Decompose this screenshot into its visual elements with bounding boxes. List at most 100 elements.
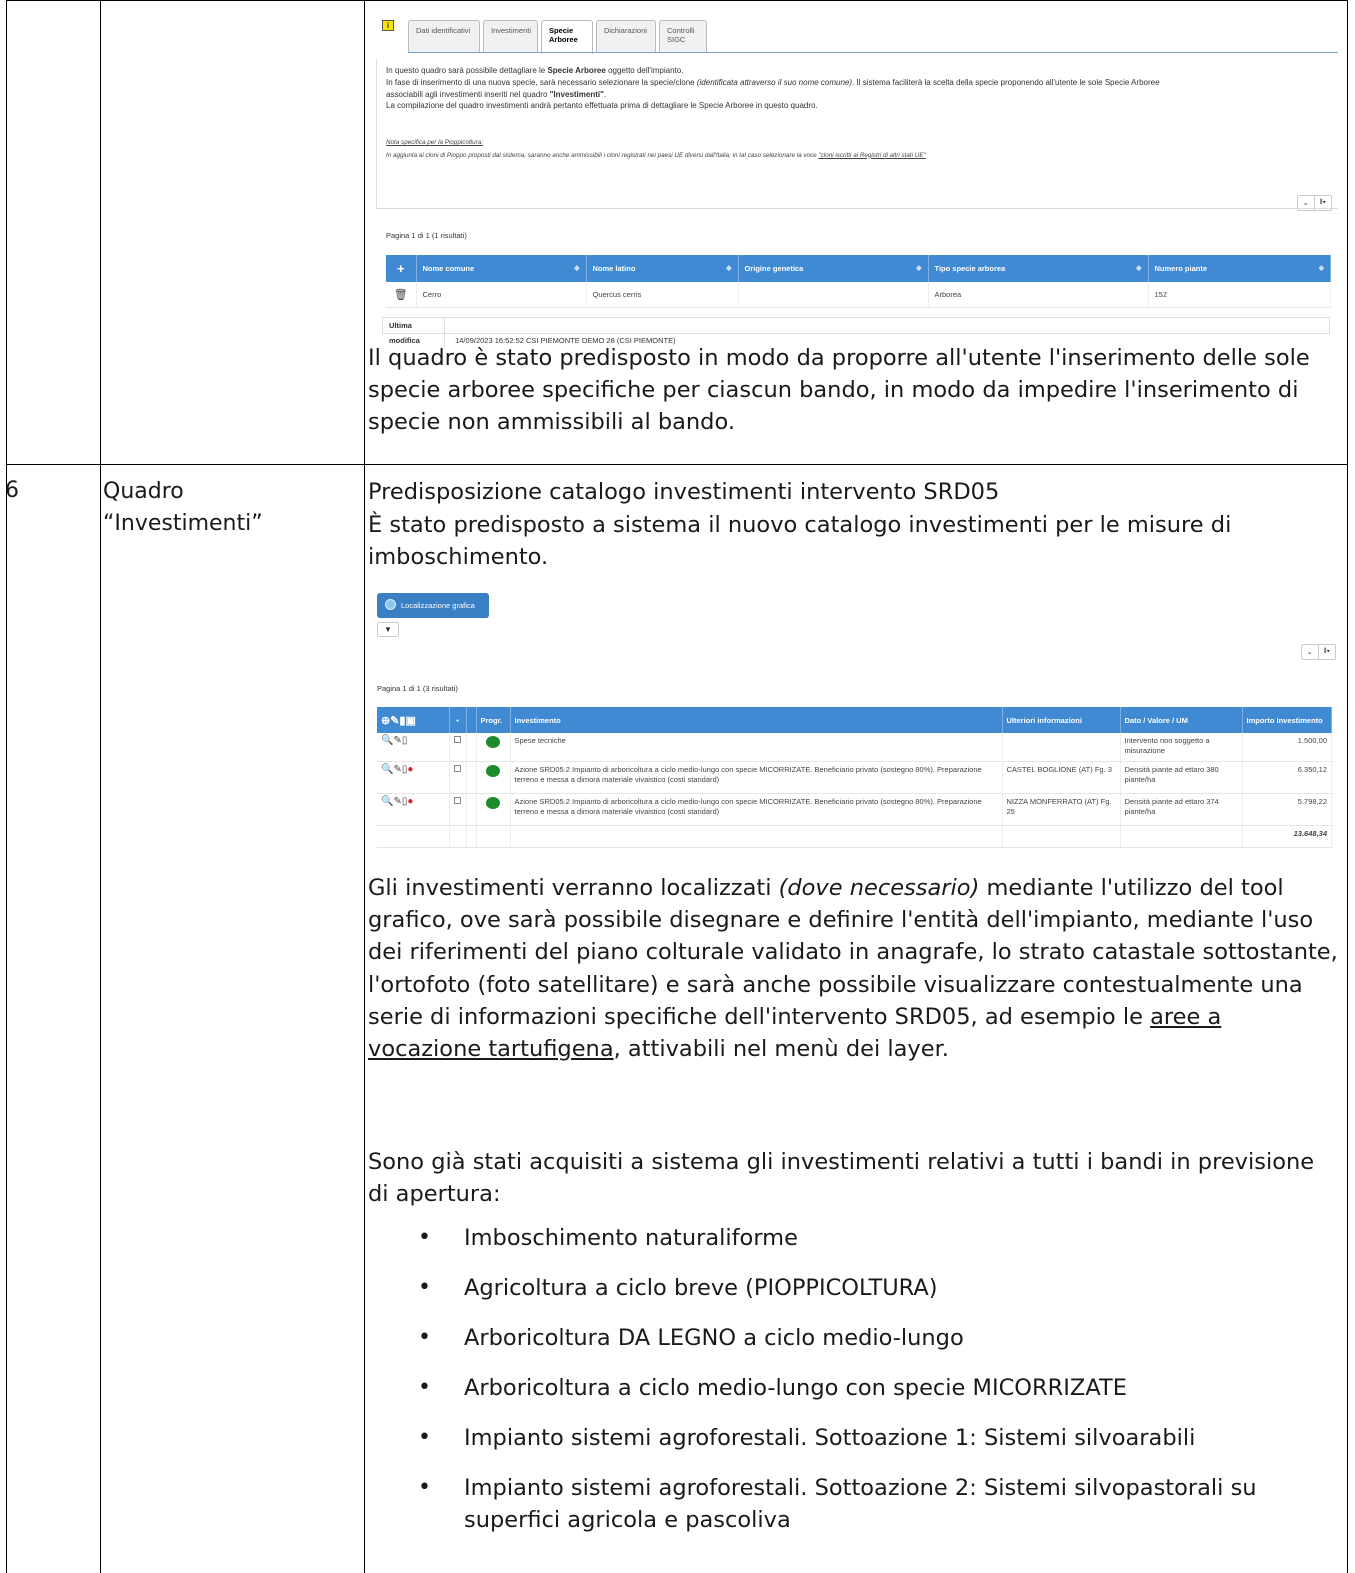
select-all-checkbox[interactable]: ▪ xyxy=(449,707,467,733)
globe-icon xyxy=(385,599,396,610)
pagination-info: Pagina 1 di 1 (3 risultati) xyxy=(377,684,458,693)
investimenti-screenshot: Localizzazione grafica ▼ ⌄ ⫴▾ Pagina 1 d… xyxy=(375,590,1342,865)
table-row: 🔍✎▯● Azione SRD05.2 Impianto di arborico… xyxy=(377,793,1332,826)
column-tipo-specie[interactable]: Tipo specie arborea ◆ xyxy=(928,255,1149,282)
total-importo: 13.648,34 xyxy=(1242,825,1332,848)
list-item: Impianto sistemi agroforestali. Sottoazi… xyxy=(368,1472,1338,1536)
list-item: Arboricoltura a ciclo medio-lungo con sp… xyxy=(368,1372,1338,1404)
cell-info: CASTEL BOGLIONE (AT) Fg. 3 xyxy=(1002,761,1121,794)
cell-dato: Densità piante ad ettaro 374 piante/ha xyxy=(1120,793,1243,826)
list-item: Impianto sistemi agroforestali. Sottoazi… xyxy=(368,1422,1338,1454)
row-divider xyxy=(7,0,1347,1)
trash-icon[interactable]: 🗑 xyxy=(386,282,417,308)
column-investimento[interactable]: Investimento xyxy=(510,707,1003,733)
section-intro: È stato predisposto a sistema il nuovo c… xyxy=(368,512,1232,571)
specie-arboree-screenshot: i Dati identificativi Investimenti Speci… xyxy=(372,15,1340,348)
toolbar-icons[interactable]: ⊕✎▮▣ xyxy=(377,707,450,733)
cell-importo: 5.798,22 xyxy=(1242,793,1332,826)
investimenti-table: ⊕✎▮▣ ▪ Progr. Investimento Ulteriori inf… xyxy=(377,707,1332,848)
row-number: 6 xyxy=(5,478,19,503)
localization-paragraph: Gli investimenti verranno localizzati (d… xyxy=(368,875,1338,1063)
specie-table: + Nome comune ◆ Nome latino ◆ Origine gene… xyxy=(386,255,1331,308)
row-actions: 🔍✎▯● xyxy=(377,761,450,794)
filter-icon[interactable]: ▼ xyxy=(377,622,399,637)
column-numero-piante[interactable]: Numero piante ◆ xyxy=(1148,255,1331,282)
cell-investimento: Azione SRD05.2 Impianto di arboricoltura… xyxy=(510,793,1003,826)
cell-investimento: Spese tecniche xyxy=(510,733,1003,762)
edit-icon[interactable]: ✎ xyxy=(393,796,401,807)
tab-underline xyxy=(408,52,1338,53)
row-actions: 🔍✎▯ xyxy=(377,733,450,762)
edit-icon[interactable]: ✎ xyxy=(393,735,401,746)
edit-icon[interactable]: ✎ xyxy=(393,764,401,775)
add-icon[interactable]: + xyxy=(386,255,417,282)
table-row: 🔍✎▯● Azione SRD05.2 Impianto di arborico… xyxy=(377,761,1332,794)
cell-origine xyxy=(738,282,929,308)
chevron-down-icon[interactable]: ⌄ xyxy=(1302,645,1319,659)
table-row: 🗑 Cerro Quercus cerris Arborea 152 xyxy=(386,282,1331,308)
list-item: Agricoltura a ciclo breve (PIOPPICOLTURA… xyxy=(368,1272,1338,1304)
spacer-cell xyxy=(466,793,477,826)
row-checkbox[interactable] xyxy=(449,761,467,794)
status-dot xyxy=(476,733,511,762)
map-pin-icon[interactable]: ● xyxy=(407,796,413,807)
cell-dato: Densità piante ad ettaro 380 piante/ha xyxy=(1120,761,1243,794)
row-checkbox[interactable] xyxy=(449,793,467,826)
table-tools: ⌄ ⫴▾ xyxy=(1300,644,1336,660)
cell-investimento: Azione SRD05.2 Impianto di arboricoltura… xyxy=(510,761,1003,794)
column-ulteriori-informazioni[interactable]: Ulteriori informazioni xyxy=(1002,707,1121,733)
cell-dato: Intervento non soggetto a misurazione xyxy=(1120,733,1243,762)
info-icon[interactable]: i xyxy=(382,20,394,31)
column-progr[interactable]: Progr. xyxy=(476,707,511,733)
intro-text: In questo quadro sarà possibile dettagli… xyxy=(386,66,1160,111)
column-divider xyxy=(364,0,365,1573)
search-icon[interactable]: 🔍 xyxy=(381,764,393,775)
spacer-cell xyxy=(466,733,477,762)
pagination-info: Pagina 1 di 1 (1 risultati) xyxy=(386,231,467,240)
total-row: 13.648,34 xyxy=(377,825,1332,848)
tab-bar: Dati identificativi Investimenti Specie … xyxy=(408,20,710,54)
trash-icon[interactable]: ▯ xyxy=(402,735,408,746)
last-modified: Ultima modifica 14/09/2023 16:52:52 CSI … xyxy=(382,317,1330,348)
cell-info: NIZZA MONFERRATO (AT) Fg. 25 xyxy=(1002,793,1121,826)
spacer-cell xyxy=(466,761,477,794)
bandi-paragraph: Sono già stati acquisiti a sistema gli i… xyxy=(368,1149,1315,1208)
section-heading: Predisposizione catalogo investimenti in… xyxy=(368,479,1000,505)
search-icon[interactable]: 🔍 xyxy=(381,735,393,746)
row-actions: 🔍✎▯● xyxy=(377,793,450,826)
localizzazione-grafica-button[interactable]: Localizzazione grafica xyxy=(377,593,489,618)
table-tools: ⌄ ⫴▾ xyxy=(1296,195,1332,211)
tab-controlli-sigc[interactable]: Controlli SIGC xyxy=(659,20,707,53)
cell-numero: 152 xyxy=(1148,282,1331,308)
column-divider xyxy=(100,0,101,1573)
cell-nome-comune: Cerro xyxy=(416,282,587,308)
section-name: Quadro “Investimenti” xyxy=(103,479,263,536)
column-nome-latino[interactable]: Nome latino ◆ xyxy=(586,255,739,282)
tab-investimenti[interactable]: Investimenti xyxy=(483,20,538,53)
row-divider xyxy=(7,464,1347,465)
tab-specie-arboree[interactable]: Specie Arboree xyxy=(541,20,593,54)
cell-importo: 6.350,12 xyxy=(1242,761,1332,794)
column-nome-comune[interactable]: Nome comune ◆ xyxy=(416,255,587,282)
row-checkbox[interactable] xyxy=(449,733,467,762)
note-link[interactable]: "cloni iscritti ai Registri di altri sta… xyxy=(818,152,925,159)
column-dato-valore[interactable]: Dato / Valore / UM xyxy=(1120,707,1243,733)
chevron-down-icon[interactable]: ⌄ xyxy=(1298,196,1315,210)
columns-icon[interactable]: ⫴▾ xyxy=(1319,645,1335,659)
columns-icon[interactable]: ⫴▾ xyxy=(1315,196,1331,210)
cell-info xyxy=(1002,733,1121,762)
tab-dati-identificativi[interactable]: Dati identificativi xyxy=(408,20,480,53)
table-row: 🔍✎▯ Spese tecniche Intervento non sogget… xyxy=(377,733,1332,762)
list-item: Arboricoltura DA LEGNO a ciclo medio-lun… xyxy=(368,1322,1338,1354)
pioppicoltura-note: Nota specifica per la Pioppicoltura: In … xyxy=(386,139,926,159)
cell-nome-latino: Quercus cerris xyxy=(586,282,739,308)
column-importo[interactable]: Importo Investimento xyxy=(1242,707,1332,733)
tab-dichiarazioni[interactable]: Dichiarazioni xyxy=(596,20,656,53)
status-dot xyxy=(476,761,511,794)
bandi-list: Imboschimento naturaliforme Agricoltura … xyxy=(368,1222,1338,1554)
list-item: Imboschimento naturaliforme xyxy=(368,1222,1338,1254)
map-pin-icon[interactable]: ● xyxy=(407,764,413,775)
column-origine-genetica[interactable]: Origine genetica ◆ xyxy=(738,255,929,282)
search-icon[interactable]: 🔍 xyxy=(381,796,393,807)
cell-importo: 1.500,00 xyxy=(1242,733,1332,762)
